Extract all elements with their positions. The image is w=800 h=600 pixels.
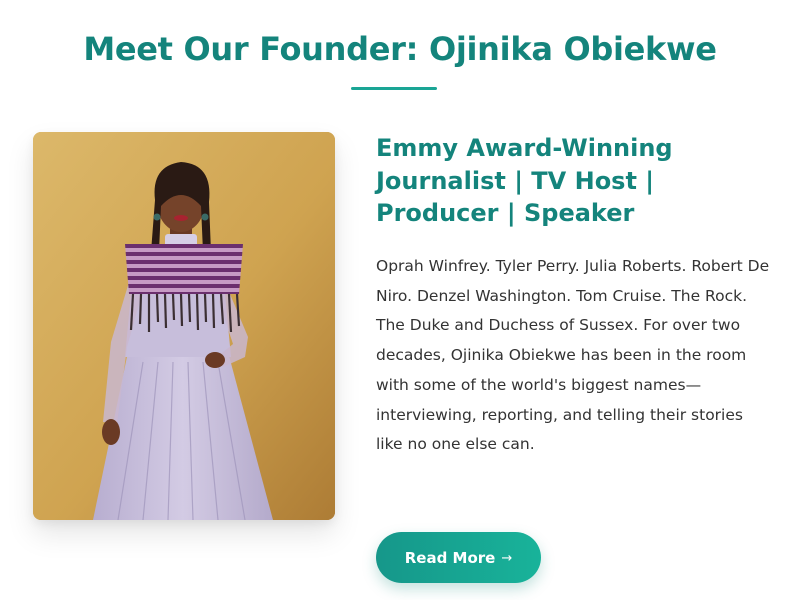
read-more-button[interactable]: Read More → [376, 532, 541, 583]
founder-headline: Emmy Award-Winning Journalist | TV Host … [376, 134, 673, 227]
page-title: Meet Our Founder: Ojinika Obiekwe [83, 30, 717, 68]
arrow-right-icon: → [501, 551, 513, 566]
founder-bio: Oprah Winfrey. Tyler Perry. Julia Robert… [376, 257, 770, 454]
founder-photo [33, 132, 335, 520]
read-more-label: Read More [404, 548, 496, 567]
title-divider [351, 87, 437, 90]
